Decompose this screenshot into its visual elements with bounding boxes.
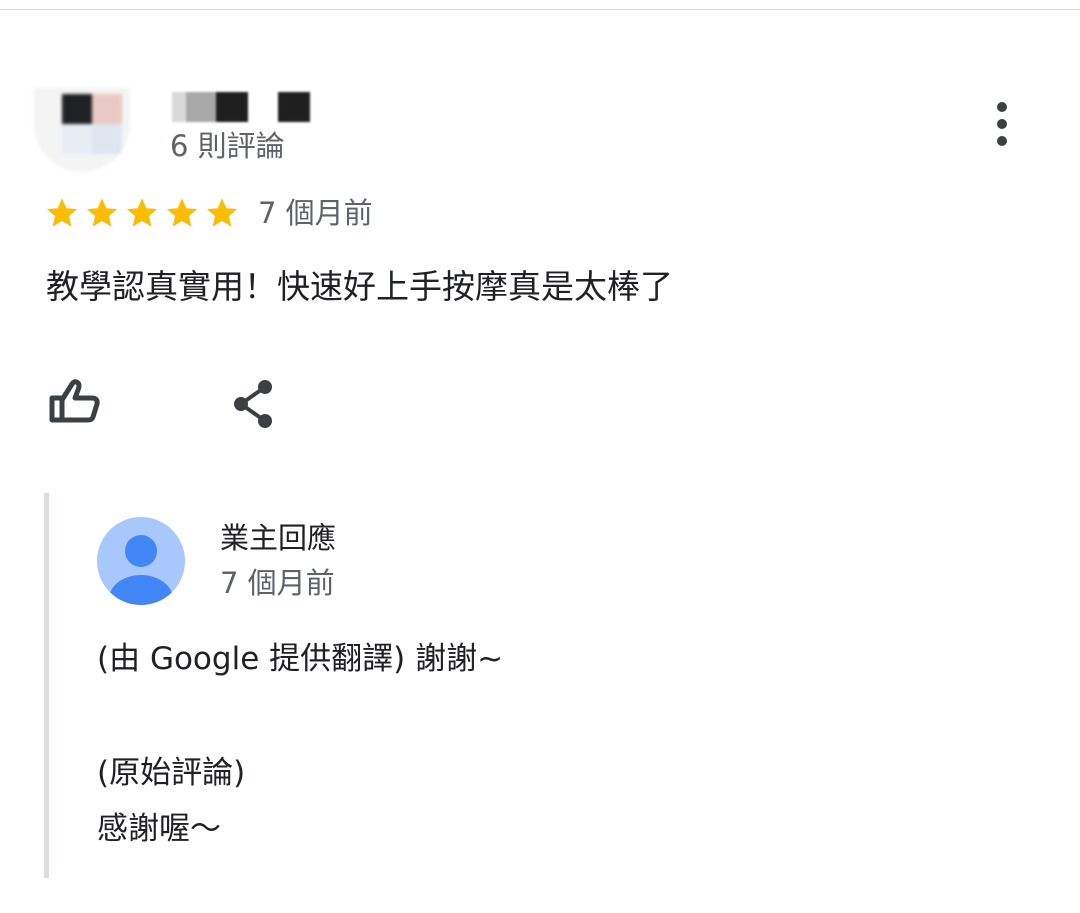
more-options-button[interactable] [980, 96, 1024, 152]
name-pixel [216, 92, 248, 122]
more-vert-icon-dot [997, 136, 1007, 146]
thumb-up-icon [49, 379, 100, 423]
review-time: 7 個月前 [258, 196, 373, 230]
reviewer-review-count: 6 則評論 [170, 129, 285, 163]
person-icon [97, 517, 185, 605]
avatar-pixel [62, 124, 92, 154]
star-icon [206, 198, 238, 227]
rating-row: 7 個月前 [44, 193, 373, 233]
owner-response-translated-text: (由 Google 提供翻譯) 謝謝~ [97, 641, 504, 677]
share-icon [234, 380, 272, 428]
owner-response-label: 業主回應 [220, 521, 337, 555]
star-icon [166, 198, 198, 227]
top-divider [0, 0, 1080, 10]
more-vert-icon [997, 102, 1007, 112]
star-rating [44, 195, 244, 231]
star-icon [46, 198, 78, 227]
avatar-pixel [92, 124, 122, 154]
reviewer-name[interactable] [168, 92, 313, 124]
owner-avatar [97, 517, 185, 605]
avatar-pixel [92, 94, 122, 124]
name-pixel [186, 92, 216, 122]
owner-response-time: 7 個月前 [220, 566, 335, 600]
like-button[interactable] [44, 374, 104, 434]
more-vert-icon-dot [997, 119, 1007, 129]
name-pixel [278, 92, 310, 122]
share-button[interactable] [224, 374, 284, 434]
avatar-pixel [62, 94, 92, 124]
owner-response-original-text: 感謝喔～ [97, 811, 221, 847]
star-icon [126, 198, 158, 227]
reviewer-avatar[interactable] [34, 88, 130, 172]
star-icon [86, 198, 118, 227]
owner-response-original-heading: (原始評論) [97, 755, 246, 791]
review-text: 教學認真實用！快速好上手按摩真是太棒了 [46, 267, 673, 306]
